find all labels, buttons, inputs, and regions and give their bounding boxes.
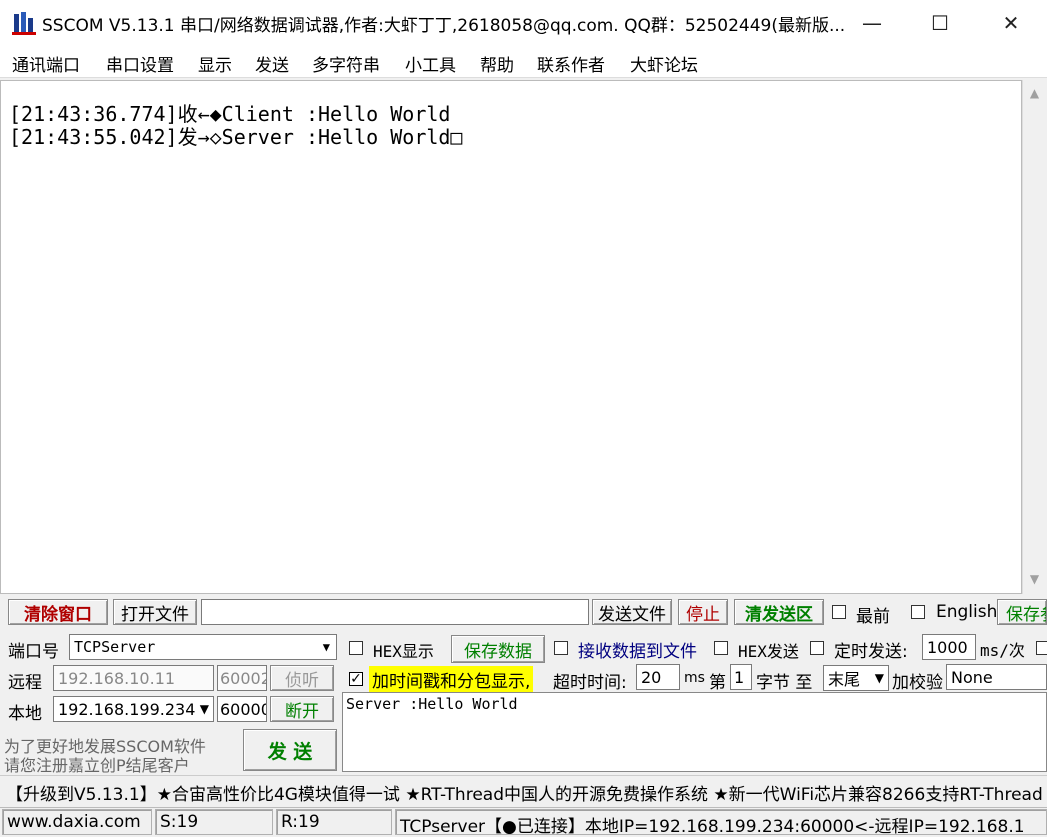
interval-input[interactable]: 1000 xyxy=(922,634,976,660)
minimize-icon: — xyxy=(862,11,882,35)
checksum-label: 加校验 xyxy=(892,673,943,693)
timeout-input[interactable]: 20 xyxy=(636,664,680,690)
nth-label: 第 xyxy=(709,673,726,693)
file-path-input[interactable] xyxy=(201,599,589,625)
open-file-button[interactable]: 打开文件 xyxy=(113,599,197,625)
english-label: English xyxy=(936,602,998,622)
remote-port-input[interactable]: 60002 xyxy=(217,665,267,691)
website-link[interactable]: www.daxia.com xyxy=(2,809,152,835)
recv-to-file-label: 接收数据到文件 xyxy=(578,642,697,662)
maximize-icon: ☐ xyxy=(931,11,949,35)
recv-to-file-checkbox[interactable] xyxy=(554,641,568,655)
english-checkbox[interactable] xyxy=(911,605,925,619)
start-byte-input[interactable]: 1 xyxy=(730,664,752,690)
connection-status: TCPserver【●已连接】本地IP=192.168.199.234:6000… xyxy=(395,809,1047,835)
remote-label: 远程 xyxy=(8,673,42,693)
chevron-down-icon: ▼ xyxy=(874,671,884,685)
listen-button[interactable]: 侦听 xyxy=(270,665,334,691)
menu-send[interactable]: 发送 xyxy=(255,51,289,76)
received-count: R:19 xyxy=(276,809,392,835)
close-button[interactable]: ✕ xyxy=(976,0,1046,46)
hex-send-label: HEX发送 xyxy=(738,642,799,661)
menu-help[interactable]: 帮助 xyxy=(480,51,514,76)
timestamp-checkbox[interactable]: ✓ xyxy=(349,672,363,686)
chevron-down-icon: ▼ xyxy=(322,640,330,654)
save-params-button[interactable]: 保存参数 xyxy=(997,599,1047,625)
byte-to-label: 字节 至 xyxy=(756,673,813,693)
menu-display[interactable]: 显示 xyxy=(198,51,232,76)
menu-contact[interactable]: 联系作者 xyxy=(537,51,605,76)
port-label: 端口号 xyxy=(8,642,59,662)
clear-window-button[interactable]: 清除窗口 xyxy=(8,599,108,625)
topmost-label: 最前 xyxy=(856,607,890,627)
remote-ip-input[interactable]: 192.168.10.11 xyxy=(53,665,214,691)
local-ip-select[interactable]: 192.168.199.234 ▼ xyxy=(53,696,214,722)
app-icon xyxy=(12,12,36,35)
scroll-down-icon[interactable]: ▼ xyxy=(1022,572,1047,586)
sent-count: S:19 xyxy=(155,809,273,835)
end-select[interactable]: 末尾 ▼ xyxy=(823,665,889,691)
minimize-button[interactable]: — xyxy=(837,0,907,46)
hex-display-label: HEX显示 xyxy=(373,642,434,661)
timestamp-label: 加时间戳和分包显示, xyxy=(369,666,534,693)
local-port-input[interactable]: 60000 xyxy=(217,696,267,722)
vertical-scrollbar[interactable] xyxy=(1022,80,1047,594)
menu-forum[interactable]: 大虾论坛 xyxy=(630,51,698,76)
timed-send-checkbox[interactable] xyxy=(810,641,824,655)
extra-checkbox[interactable] xyxy=(1036,641,1047,655)
menu-port[interactable]: 通讯端口 xyxy=(12,51,80,76)
interval-unit: ms/次 xyxy=(980,641,1025,660)
clear-send-button[interactable]: 清发送区 xyxy=(734,599,824,625)
receive-area[interactable]: [21:43:36.774]收←◆Client :Hello World [21… xyxy=(0,80,1022,594)
menu-serial[interactable]: 串口设置 xyxy=(106,51,174,76)
menu-multistr[interactable]: 多字符串 xyxy=(312,51,380,76)
port-value: TCPServer xyxy=(74,638,156,656)
promo-line-2[interactable]: 请您注册嘉立创P结尾客户 xyxy=(4,752,190,776)
promo-bar[interactable]: 【升级到V5.13.1】★合宙高性价比4G模块值得一试 ★RT-Thread中国… xyxy=(0,775,1047,805)
end-value: 末尾 xyxy=(828,670,861,689)
chevron-down-icon: ▼ xyxy=(199,702,209,716)
timed-send-label: 定时发送: xyxy=(834,642,908,662)
send-textarea[interactable]: Server :Hello World xyxy=(342,692,1047,772)
port-select[interactable]: TCPServer ▼ xyxy=(69,634,337,660)
hex-display-checkbox[interactable] xyxy=(349,641,363,655)
window-title: SSCOM V5.13.1 串口/网络数据调试器,作者:大虾丁丁,2618058… xyxy=(42,16,846,36)
receive-line: [21:43:55.042]发→◇Server :Hello World□ xyxy=(9,125,463,149)
receive-line: [21:43:36.774]收←◆Client :Hello World xyxy=(9,102,451,126)
save-data-button[interactable]: 保存数据 xyxy=(451,635,545,663)
scroll-up-icon[interactable]: ▲ xyxy=(1022,86,1047,100)
maximize-button[interactable]: ☐ xyxy=(905,0,975,46)
local-ip-value: 192.168.199.234 xyxy=(58,699,196,719)
timeout-unit: ms xyxy=(684,670,705,686)
stop-button[interactable]: 停止 xyxy=(678,599,728,625)
timeout-label: 超时时间: xyxy=(553,673,627,693)
local-label: 本地 xyxy=(8,704,42,724)
send-button[interactable]: 发 送 xyxy=(243,729,337,771)
topmost-checkbox[interactable] xyxy=(832,605,846,619)
checksum-select[interactable]: None xyxy=(946,664,1047,690)
send-file-button[interactable]: 发送文件 xyxy=(592,599,672,625)
disconnect-button[interactable]: 断开 xyxy=(270,696,334,722)
hex-send-checkbox[interactable] xyxy=(714,641,728,655)
menu-tools[interactable]: 小工具 xyxy=(405,51,456,76)
close-icon: ✕ xyxy=(1002,11,1020,35)
